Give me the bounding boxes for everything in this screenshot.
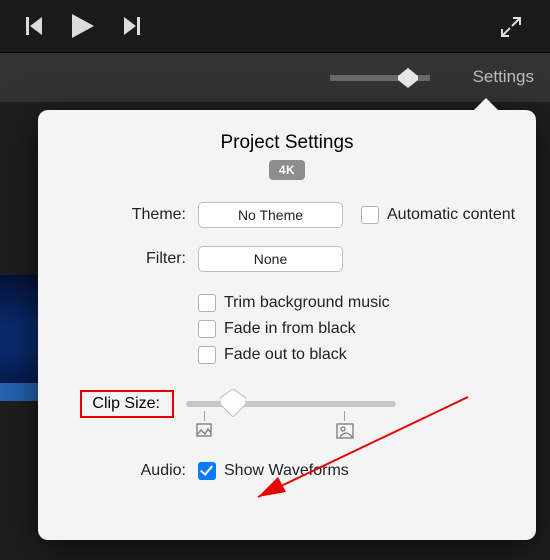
fade-out-checkbox[interactable] [198, 346, 216, 364]
next-icon[interactable] [124, 17, 140, 40]
thumbnail-small-icon [196, 423, 212, 440]
timeline-zoom-thumb[interactable] [398, 68, 418, 88]
prev-icon[interactable] [26, 17, 42, 40]
show-waveforms-label: Show Waveforms [224, 462, 349, 480]
automatic-content-label: Automatic content [387, 206, 515, 224]
project-settings-popover: Project Settings 4K Theme: No Theme Auto… [38, 110, 536, 540]
settings-button[interactable]: Settings [473, 67, 534, 87]
fullscreen-icon[interactable] [500, 16, 522, 43]
trim-music-checkbox[interactable] [198, 294, 216, 312]
fade-out-label: Fade out to black [224, 346, 347, 364]
fade-in-checkbox[interactable] [198, 320, 216, 338]
clip-size-tick-small [204, 411, 205, 421]
audio-row: Audio: Show Waveforms [38, 462, 536, 480]
filter-dropdown[interactable]: None [198, 246, 343, 272]
filter-row: Filter: None [38, 246, 536, 272]
play-icon[interactable] [72, 14, 94, 43]
theme-label: Theme: [38, 206, 198, 224]
clip-size-thumb[interactable] [220, 389, 246, 422]
timeline-zoom-slider[interactable] [330, 75, 430, 81]
trim-music-option: Trim background music [198, 294, 536, 312]
theme-row: Theme: No Theme Automatic content [38, 202, 536, 228]
timeline-clip-thumbnail[interactable] [0, 275, 38, 401]
playback-toolbar [0, 0, 550, 52]
clip-size-tick-large [344, 411, 345, 421]
fade-out-option: Fade out to black [198, 346, 536, 364]
clip-size-label: Clip Size: [38, 392, 166, 416]
timeline-toolbar: Settings [0, 52, 550, 102]
options-group: Trim background music Fade in from black… [198, 294, 536, 364]
thumbnail-large-icon [336, 423, 354, 442]
theme-dropdown[interactable]: No Theme [198, 202, 343, 228]
fade-in-label: Fade in from black [224, 320, 356, 338]
playback-controls [26, 14, 140, 43]
popover-title: Project Settings [38, 132, 536, 154]
audio-label: Audio: [38, 462, 198, 480]
resolution-badge: 4K [269, 160, 305, 180]
clip-size-slider[interactable] [186, 401, 396, 407]
fade-in-option: Fade in from black [198, 320, 536, 338]
clip-size-row: Clip Size: [38, 392, 536, 416]
show-waveforms-checkbox[interactable] [198, 462, 216, 480]
filter-label: Filter: [38, 250, 198, 268]
trim-music-label: Trim background music [224, 294, 390, 312]
clip-size-track [186, 401, 396, 407]
show-waveforms-option: Show Waveforms [198, 462, 349, 480]
automatic-content-option: Automatic content [361, 206, 515, 224]
automatic-content-checkbox[interactable] [361, 206, 379, 224]
